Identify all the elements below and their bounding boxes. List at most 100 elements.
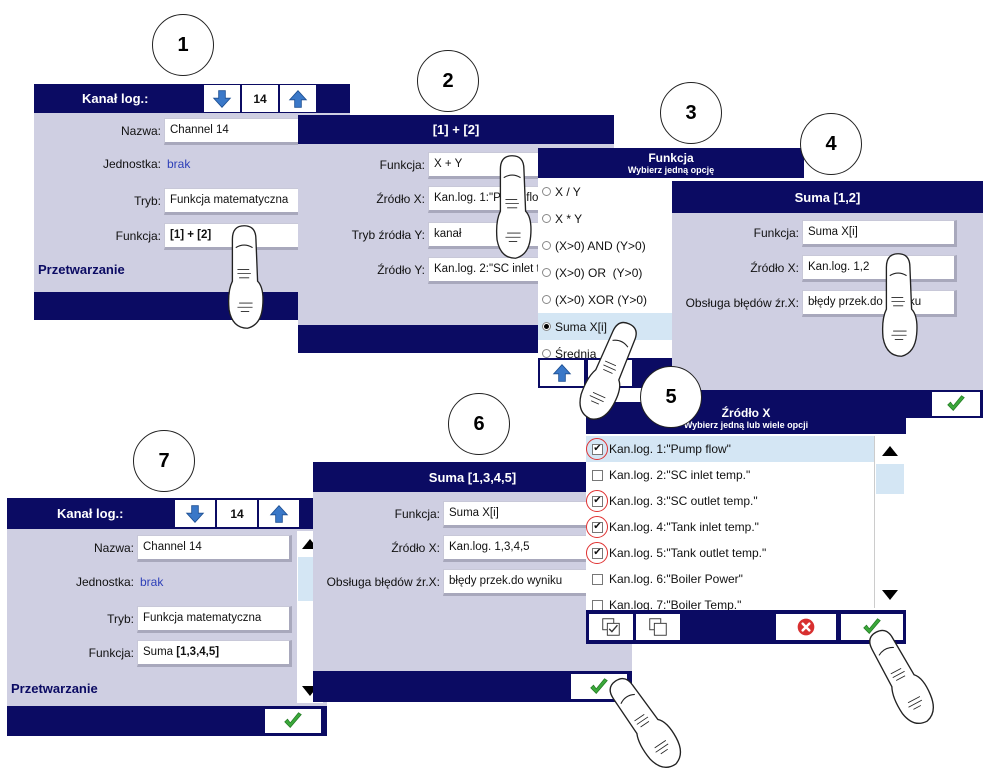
panel-header: Kanał log.: 14: [34, 84, 350, 113]
panel-zrodlo-x-dialog: Źródło X Wybierz jedną lub wiele opcji ✔…: [586, 402, 906, 644]
function-option[interactable]: X * Y: [538, 205, 672, 232]
dialog-title: Funkcja: [648, 150, 694, 165]
step-badge-6: 6: [448, 393, 510, 455]
channel-number: 14: [217, 500, 257, 527]
header-title: Suma [1,3,4,5]: [428, 469, 517, 485]
function-option[interactable]: (X>0) AND (Y>0): [538, 232, 672, 259]
arrow-down-icon: [212, 89, 232, 109]
next-channel-button[interactable]: [280, 85, 316, 112]
funkcja-field[interactable]: Suma X[i]: [443, 500, 593, 528]
jednostka-row: Jednostka: brak: [34, 150, 190, 178]
scrollbar-thumb[interactable]: [876, 464, 904, 494]
nazwa-row: Nazwa: Channel 14: [7, 534, 292, 562]
previous-channel-button[interactable]: [204, 85, 240, 112]
function-option[interactable]: Suma X[i]: [538, 313, 672, 340]
scroll-down-button[interactable]: [588, 360, 632, 386]
funkcja-label: Funkcja:: [115, 229, 161, 243]
channel-checkbox-item[interactable]: ✔ Kan.log. 1:"Pump flow": [586, 436, 874, 462]
funkcja-row: Funkcja: Suma X[i]: [313, 500, 593, 528]
scroll-up-arrow-icon[interactable]: [880, 444, 900, 458]
next-channel-button[interactable]: [259, 500, 299, 527]
jednostka-value[interactable]: brak: [164, 157, 190, 171]
radio-icon[interactable]: [542, 241, 551, 250]
channel-checkbox-item[interactable]: ✔ Kan.log. 4:"Tank inlet temp.": [586, 514, 874, 540]
obsluga-row: Obsługa błędów źr.X: błędy przek.do wyni…: [313, 568, 593, 596]
function-option[interactable]: (X>0) XOR (Y>0): [538, 286, 672, 313]
channel-label: Kan.log. 3:"SC outlet temp.": [609, 494, 758, 508]
channel-label: Kan.log. 4:"Tank inlet temp.": [609, 520, 759, 534]
previous-channel-button[interactable]: [175, 500, 215, 527]
tryb-y-row: Tryb źródła Y: kanał: [298, 221, 548, 249]
obsluga-field[interactable]: błędy przek.do wyniku: [802, 289, 957, 317]
section-przetwarzanie[interactable]: Przetwarzanie: [11, 681, 98, 696]
option-label: X * Y: [555, 211, 583, 226]
select-all-button[interactable]: [589, 614, 633, 640]
panel-footer: [313, 671, 632, 702]
radio-icon[interactable]: [542, 214, 551, 223]
ok-button[interactable]: [932, 392, 980, 416]
cancel-button[interactable]: [776, 614, 836, 640]
funkcja-value: [1] + [2]: [170, 229, 212, 241]
function-option[interactable]: (X>0) OR (Y>0): [538, 259, 672, 286]
panel-funkcja-options: Funkcja Wybierz jedną opcję X / YX * Y(X…: [538, 148, 672, 388]
funkcja-label: Funkcja:: [88, 646, 134, 660]
obsluga-field[interactable]: błędy przek.do wyniku: [443, 568, 593, 596]
radio-icon[interactable]: [542, 349, 551, 358]
radio-icon[interactable]: [542, 295, 551, 304]
scrollbar[interactable]: [874, 436, 904, 608]
checkmark-icon: [588, 676, 610, 698]
zrodlo-x-label: Źródło X:: [376, 192, 425, 206]
ok-button[interactable]: [265, 709, 321, 733]
tryb-field[interactable]: Funkcja matematyczna: [137, 605, 292, 633]
funkcja-value-prefix: Suma: [143, 646, 177, 658]
zrodlo-x-row: Źródło X: Kan.log. 1:"Pump flow": [298, 185, 548, 213]
scroll-down-arrow-icon[interactable]: [880, 588, 900, 602]
channel-checkbox-item[interactable]: Kan.log. 2:"SC inlet temp.": [586, 462, 874, 488]
section-przetwarzanie[interactable]: Przetwarzanie: [38, 262, 125, 277]
nazwa-field[interactable]: Channel 14: [137, 534, 292, 562]
function-option[interactable]: X / Y: [538, 178, 672, 205]
nazwa-label: Nazwa:: [93, 541, 134, 555]
funkcja-field[interactable]: Suma [1,3,4,5]: [137, 639, 292, 667]
ok-button[interactable]: [841, 614, 903, 640]
channel-checkbox-item[interactable]: Kan.log. 6:"Boiler Power": [586, 566, 874, 592]
header-subtitle: Wybierz jedną lub wiele opcji: [683, 419, 809, 430]
step-badge-2: 2: [417, 50, 479, 112]
panel-suma-1-3-4-5: Suma [1,3,4,5] Funkcja: Suma X[i] Źródło…: [313, 462, 632, 702]
tryb-row: Tryb: Funkcja matematyczna: [34, 187, 334, 215]
channel-label: Kan.log. 6:"Boiler Power": [609, 572, 743, 586]
panel-kanal-log-7: Kanał log.: 14 Nazwa: Channel 14 Jednost…: [7, 498, 327, 736]
highlight-ring: [586, 516, 608, 538]
radio-icon[interactable]: [542, 268, 551, 277]
panel-header: [1] + [2]: [298, 115, 614, 144]
radio-selected-icon[interactable]: [542, 322, 551, 331]
tryb-y-label: Tryb źródła Y:: [351, 228, 425, 242]
channel-checkbox-item[interactable]: ✔ Kan.log. 5:"Tank outlet temp.": [586, 540, 874, 566]
zrodlo-x-field[interactable]: Kan.log. 1,3,4,5: [443, 534, 593, 562]
checkbox-icon[interactable]: [592, 573, 603, 585]
checkbox-icon[interactable]: [592, 599, 603, 611]
radio-icon[interactable]: [542, 187, 551, 196]
ok-button[interactable]: [571, 674, 627, 699]
zrodlo-y-field[interactable]: Kan.log. 2:"SC inlet temp.": [428, 256, 548, 284]
highlight-ring: [586, 490, 608, 512]
deselect-all-button[interactable]: [636, 614, 680, 640]
checkbox-icon[interactable]: [592, 469, 603, 481]
channel-checkbox-item[interactable]: ✔ Kan.log. 3:"SC outlet temp.": [586, 488, 874, 514]
zrodlo-x-row: Źródło X: Kan.log. 1,3,4,5: [313, 534, 593, 562]
select-all-icon: [600, 616, 622, 638]
zrodlo-x-field[interactable]: Kan.log. 1,2: [802, 254, 957, 282]
zrodlo-x-field[interactable]: Kan.log. 1:"Pump flow": [428, 185, 548, 213]
checkmark-icon: [282, 710, 304, 732]
funkcja-field[interactable]: X + Y: [428, 151, 548, 179]
funkcja-field[interactable]: Suma X[i]: [802, 219, 957, 247]
step-badge-3: 3: [660, 82, 722, 144]
funkcja-label: Funkcja:: [379, 158, 425, 172]
highlight-ring: [586, 542, 608, 564]
scroll-up-button[interactable]: [540, 360, 584, 386]
jednostka-value[interactable]: brak: [137, 575, 163, 589]
tryb-y-field[interactable]: kanał: [428, 221, 548, 249]
panel-header: Suma [1,3,4,5]: [313, 462, 632, 492]
panel-footer: [7, 706, 327, 736]
arrow-up-icon: [552, 363, 572, 383]
